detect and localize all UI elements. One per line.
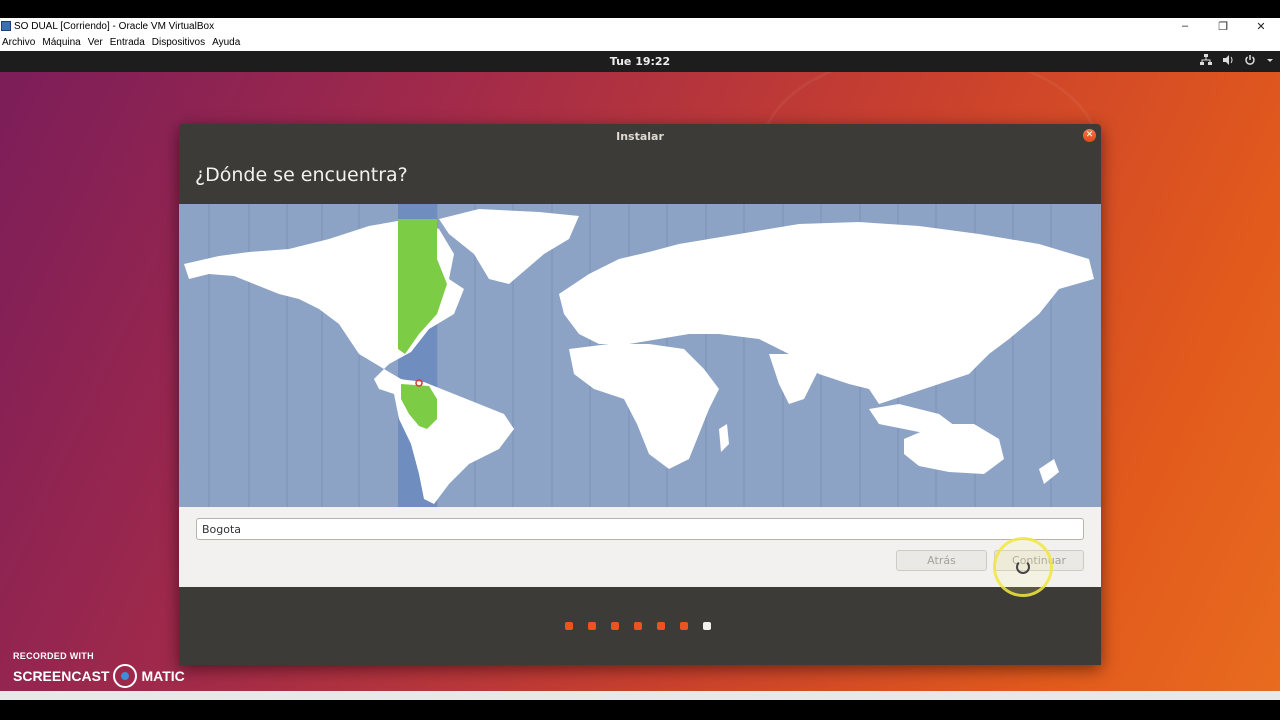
progress-dot: [680, 622, 688, 630]
watermark-left: SCREENCAST: [13, 668, 110, 684]
dialog-title: Instalar: [616, 130, 664, 143]
progress-dot: [565, 622, 573, 630]
vbox-statusbar: [0, 691, 1280, 700]
progress-dot: [634, 622, 642, 630]
watermark-right: MATIC: [141, 668, 185, 684]
page-title: ¿Dónde se encuentra?: [195, 164, 408, 186]
screencast-logo-icon: [113, 664, 138, 688]
menu-dispositivos[interactable]: Dispositivos: [150, 37, 210, 48]
clock[interactable]: Tue 19:22: [0, 55, 1280, 68]
progress-area: [179, 587, 1101, 665]
menu-ver[interactable]: Ver: [86, 37, 108, 48]
network-icon[interactable]: [1200, 54, 1212, 69]
location-input[interactable]: [196, 518, 1084, 540]
guest-desktop: Tue 19:22 Instalar ✕ ¿Dónde se encuentra…: [0, 51, 1280, 691]
letterbox-top: [0, 0, 1280, 18]
minimize-button[interactable]: –: [1166, 20, 1204, 32]
dialog-close-button[interactable]: ✕: [1083, 129, 1096, 142]
timezone-map[interactable]: [179, 204, 1101, 507]
progress-dot: [703, 622, 711, 630]
vbox-menubar: Archivo Máquina Ver Entrada Dispositivos…: [0, 34, 1280, 51]
menu-entrada[interactable]: Entrada: [108, 37, 150, 48]
back-button[interactable]: Atrás: [896, 550, 987, 571]
watermark-line2: SCREENCAST MATIC: [13, 664, 185, 688]
menu-maquina[interactable]: Máquina: [40, 37, 85, 48]
power-icon[interactable]: [1244, 54, 1256, 69]
screencast-watermark: RECORDED WITH SCREENCAST MATIC: [13, 651, 185, 688]
gnome-topbar: Tue 19:22: [0, 51, 1280, 72]
system-tray[interactable]: [1200, 54, 1274, 69]
menu-archivo[interactable]: Archivo: [0, 37, 40, 48]
vbox-window-title: SO DUAL [Corriendo] - Oracle VM VirtualB…: [14, 20, 215, 32]
progress-dot: [611, 622, 619, 630]
chevron-down-icon[interactable]: [1266, 54, 1274, 69]
progress-dot: [588, 622, 596, 630]
progress-dot: [657, 622, 665, 630]
busy-cursor-icon: [1016, 560, 1030, 574]
volume-icon[interactable]: [1222, 54, 1234, 69]
maximize-button[interactable]: ❐: [1204, 20, 1242, 33]
form-area: Atrás Continuar: [179, 507, 1101, 597]
menu-ayuda[interactable]: Ayuda: [210, 37, 245, 48]
progress-dots: [565, 622, 711, 630]
watermark-line1: RECORDED WITH: [13, 651, 94, 661]
close-window-button[interactable]: ✕: [1242, 20, 1280, 33]
installer-dialog: Instalar ✕ ¿Dónde se encuentra? Bogota A…: [179, 124, 1101, 665]
world-map[interactable]: [179, 204, 1101, 507]
vbox-titlebar[interactable]: SO DUAL [Corriendo] - Oracle VM VirtualB…: [0, 18, 1280, 34]
virtualbox-icon: [1, 21, 11, 31]
letterbox-bottom: [0, 700, 1280, 720]
